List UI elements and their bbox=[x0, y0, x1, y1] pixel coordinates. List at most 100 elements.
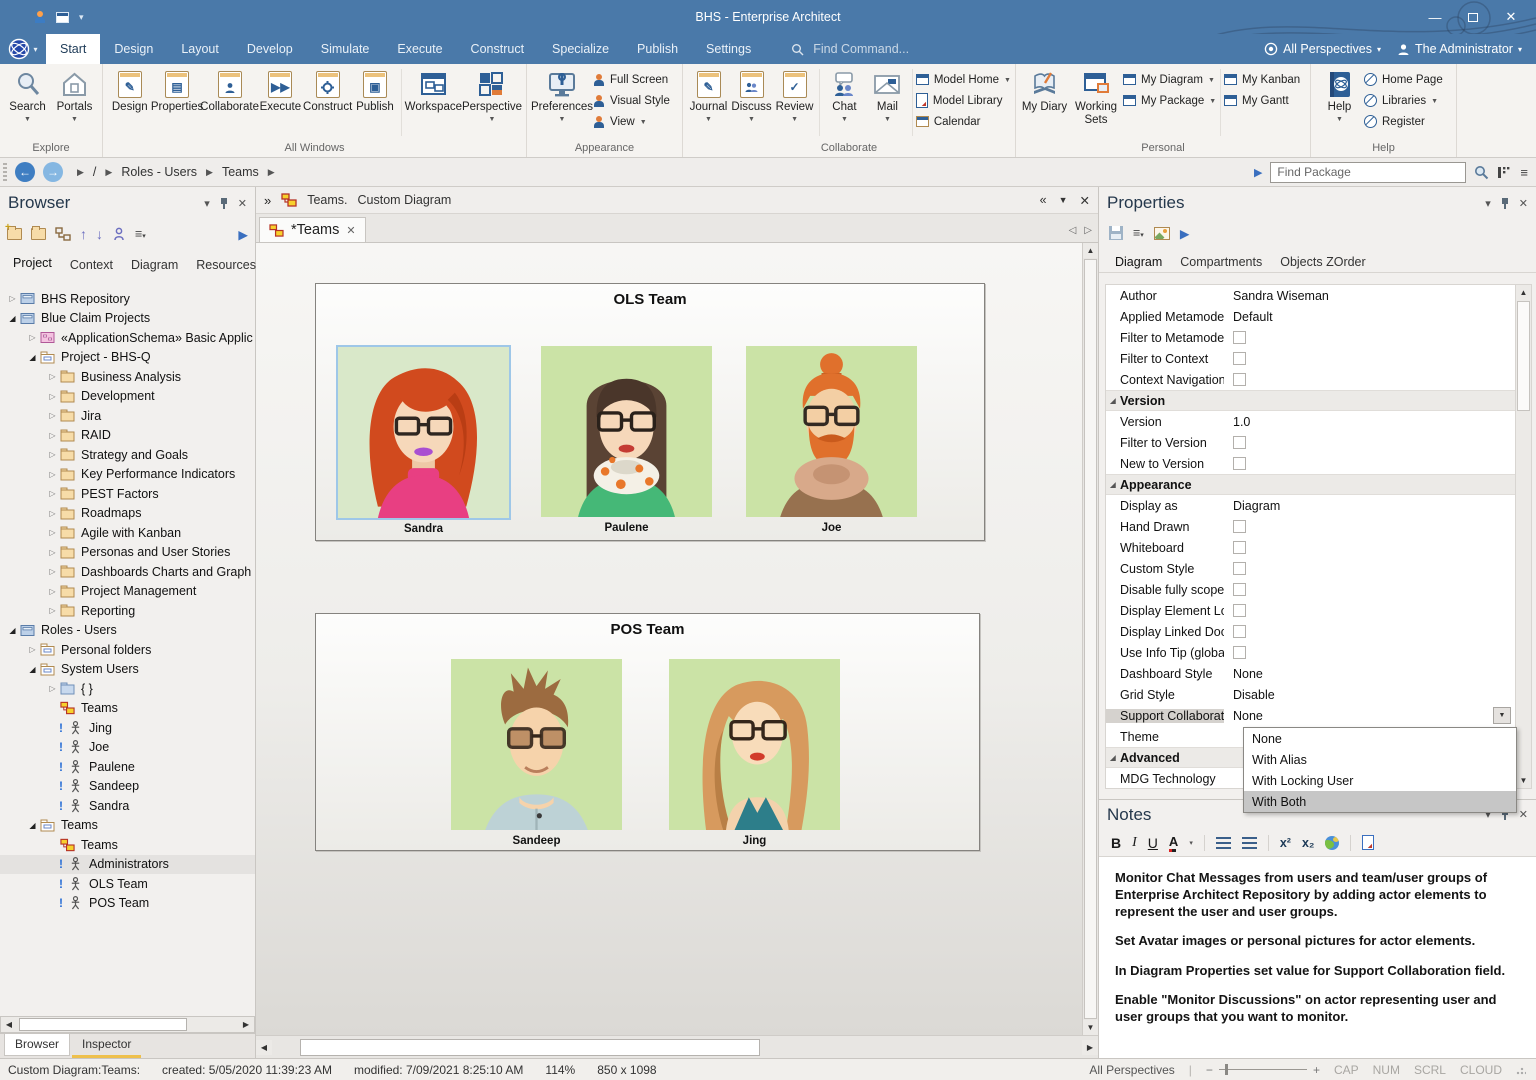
mail-button[interactable]: Mail▼ bbox=[866, 67, 909, 123]
subscript-button[interactable]: x₂ bbox=[1302, 836, 1315, 850]
actor-sandra[interactable]: Sandra bbox=[338, 347, 509, 535]
my-package-button[interactable]: My Package▼ bbox=[1123, 90, 1217, 111]
appearance-image-icon[interactable] bbox=[1154, 227, 1170, 240]
forward-button[interactable]: → bbox=[43, 162, 63, 182]
my-kanban-button[interactable]: My Kanban bbox=[1224, 69, 1300, 90]
collapse-icon[interactable]: ◢ bbox=[26, 821, 39, 830]
tree-item[interactable]: ▷«ApplicationSchema» Basic Applic bbox=[0, 328, 255, 348]
tab-start[interactable]: Start bbox=[46, 34, 100, 64]
new-diagram-icon[interactable] bbox=[55, 227, 71, 241]
working-sets-button[interactable]: Working Sets bbox=[1069, 67, 1123, 126]
properties-menu-icon[interactable]: ▾ bbox=[1485, 197, 1491, 210]
scroll-right-icon[interactable]: ▶ bbox=[238, 1017, 254, 1032]
property-row[interactable]: Use Info Tip (global) bbox=[1106, 642, 1531, 663]
perspective-button[interactable]: Perspective▼ bbox=[462, 67, 522, 123]
browser-tab-context[interactable]: Context bbox=[63, 255, 120, 275]
tree-item[interactable]: ▷{ } bbox=[0, 679, 255, 699]
diagram-tab-teams[interactable]: *Teams ✕ bbox=[259, 217, 366, 242]
property-row[interactable]: Display asDiagram bbox=[1106, 495, 1531, 516]
tree-item[interactable]: ▷Roadmaps bbox=[0, 504, 255, 524]
property-row[interactable]: AuthorSandra Wiseman bbox=[1106, 285, 1531, 306]
numbered-list-button[interactable] bbox=[1242, 837, 1257, 849]
section-collapse-icon[interactable]: ◢ bbox=[1106, 397, 1120, 405]
scroll-down-icon[interactable]: ▼ bbox=[1516, 773, 1531, 788]
scroll-left-icon[interactable]: ◀ bbox=[1, 1017, 17, 1032]
expand-icon[interactable]: ▷ bbox=[46, 528, 59, 537]
tree-item[interactable]: Teams bbox=[0, 699, 255, 719]
execute-button[interactable]: ▶▶ Execute bbox=[258, 67, 304, 114]
property-checkbox[interactable] bbox=[1233, 436, 1246, 449]
property-value[interactable]: None bbox=[1224, 709, 1263, 723]
scroll-right-icon[interactable]: ▶ bbox=[1082, 1040, 1098, 1055]
property-value[interactable]: Disable bbox=[1224, 688, 1275, 702]
doc-close-icon[interactable]: ✕ bbox=[1080, 193, 1090, 208]
nav-expand-icon[interactable]: ▶ bbox=[1254, 166, 1262, 179]
property-checkbox[interactable] bbox=[1233, 562, 1246, 575]
nav-menu-icon[interactable]: ≡ bbox=[1520, 165, 1528, 180]
register-button[interactable]: Register bbox=[1364, 111, 1443, 132]
tree-item[interactable]: !Sandeep bbox=[0, 777, 255, 797]
bottom-tab-inspector[interactable]: Inspector bbox=[72, 1034, 141, 1058]
zoom-out-icon[interactable]: − bbox=[1206, 1063, 1213, 1077]
home-page-button[interactable]: Home Page bbox=[1364, 69, 1443, 90]
property-value[interactable]: None bbox=[1224, 667, 1263, 681]
libraries-button[interactable]: Libraries▼ bbox=[1364, 90, 1443, 111]
property-row[interactable]: New to Version bbox=[1106, 453, 1531, 474]
workspace-button[interactable]: Workspace bbox=[405, 67, 462, 114]
actor-sandeep[interactable]: Sandeep bbox=[451, 659, 622, 847]
property-row[interactable]: Disable fully scoped o... bbox=[1106, 579, 1531, 600]
expand-icon[interactable]: ▷ bbox=[26, 645, 39, 654]
find-command-box[interactable] bbox=[791, 34, 941, 64]
search-button[interactable]: Search▼ bbox=[4, 67, 51, 123]
expand-icon[interactable]: ▷ bbox=[46, 411, 59, 420]
tree-item[interactable]: ◢Project - BHS-Q bbox=[0, 348, 255, 368]
resize-grip[interactable] bbox=[1516, 1065, 1526, 1075]
bottom-tab-browser[interactable]: Browser bbox=[4, 1034, 70, 1056]
property-value[interactable]: 1.0 bbox=[1224, 415, 1250, 429]
property-checkbox[interactable] bbox=[1233, 541, 1246, 554]
open-package-icon[interactable] bbox=[31, 228, 46, 240]
tab-execute[interactable]: Execute bbox=[383, 34, 456, 64]
tree-item[interactable]: ▷Personas and User Stories bbox=[0, 543, 255, 563]
properties-tab-objects-zorder[interactable]: Objects ZOrder bbox=[1272, 252, 1373, 272]
property-value[interactable]: Diagram bbox=[1224, 499, 1280, 513]
diagram-vertical-scrollbar[interactable]: ▲ ▼ bbox=[1082, 243, 1098, 1035]
my-gantt-button[interactable]: My Gantt bbox=[1224, 90, 1300, 111]
find-command-input[interactable] bbox=[811, 41, 941, 57]
search-package-icon[interactable] bbox=[1474, 165, 1489, 180]
tree-item[interactable]: ▷Development bbox=[0, 387, 255, 407]
property-checkbox[interactable] bbox=[1233, 457, 1246, 470]
tree-item[interactable]: ▷BHS Repository bbox=[0, 289, 255, 309]
property-row[interactable]: Grid StyleDisable bbox=[1106, 684, 1531, 705]
scroll-left-icon[interactable]: ◀ bbox=[256, 1040, 272, 1055]
tab-scroll-left-icon[interactable]: ◁ bbox=[1069, 225, 1077, 236]
tab-construct[interactable]: Construct bbox=[457, 34, 539, 64]
property-checkbox[interactable] bbox=[1233, 520, 1246, 533]
collapse-icon[interactable]: ◢ bbox=[26, 665, 39, 674]
model-library-button[interactable]: Model Library bbox=[916, 90, 1011, 111]
expand-icon[interactable]: ▷ bbox=[46, 567, 59, 576]
find-package-input[interactable] bbox=[1270, 162, 1466, 183]
browser-expand-icon[interactable]: ▶ bbox=[238, 227, 248, 242]
breadcrumb-root[interactable]: / bbox=[93, 165, 96, 179]
section-collapse-icon[interactable]: ◢ bbox=[1106, 754, 1120, 762]
move-up-icon[interactable]: ↑ bbox=[80, 226, 87, 242]
scroll-up-icon[interactable]: ▲ bbox=[1516, 285, 1531, 300]
calendar-button[interactable]: Calendar bbox=[916, 111, 1011, 132]
dropdown-option[interactable]: None bbox=[1244, 728, 1516, 749]
actor-paulene[interactable]: Paulene bbox=[541, 346, 712, 534]
chat-button[interactable]: Chat▼ bbox=[823, 67, 866, 123]
tree-item[interactable]: !OLS Team bbox=[0, 874, 255, 894]
expand-icon[interactable]: ▷ bbox=[46, 392, 59, 401]
browser-horizontal-scrollbar[interactable]: ◀ ▶ bbox=[0, 1016, 255, 1033]
properties-button[interactable]: ▤ Properties bbox=[153, 67, 202, 114]
tree-item[interactable]: !POS Team bbox=[0, 894, 255, 914]
property-row[interactable]: Filter to Context bbox=[1106, 348, 1531, 369]
tree-item[interactable]: ◢System Users bbox=[0, 660, 255, 680]
tree-item[interactable]: !Joe bbox=[0, 738, 255, 758]
user-avatar-icon[interactable] bbox=[34, 11, 46, 23]
doc-chevron-icon[interactable]: » bbox=[264, 193, 271, 208]
tree-item[interactable]: ▷Reporting bbox=[0, 601, 255, 621]
back-button[interactable]: ← bbox=[15, 162, 35, 182]
actor-jing[interactable]: Jing bbox=[669, 659, 840, 847]
